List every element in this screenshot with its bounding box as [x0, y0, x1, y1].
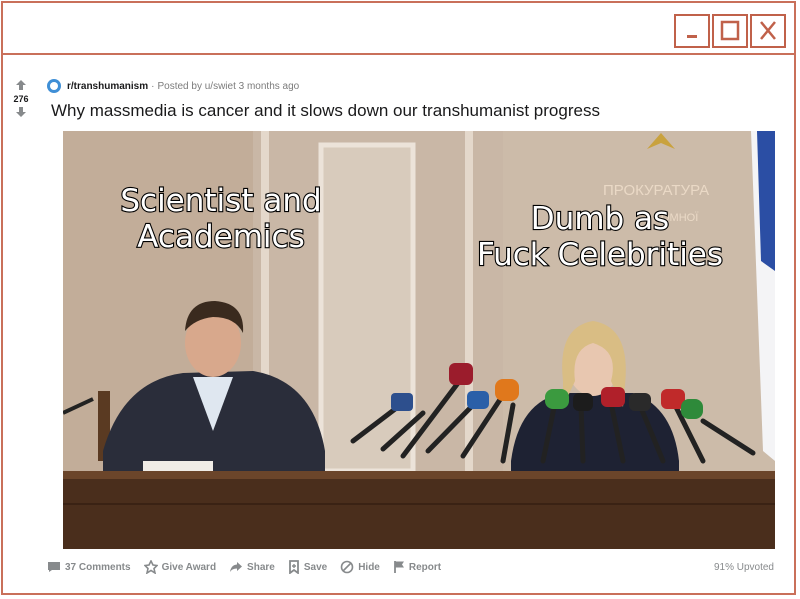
post-title[interactable]: Why massmedia is cancer and it slows dow… [51, 101, 600, 121]
upvote-ratio: 91% Upvoted [713, 561, 774, 573]
comment-icon [48, 562, 60, 572]
flag-icon [393, 561, 404, 573]
browser-window: 276 r/transhumanism · Posted by u/swiet … [1, 1, 796, 595]
bookmark-icon [288, 560, 299, 574]
vote-column: 276 [5, 79, 37, 118]
maximize-icon[interactable] [712, 14, 748, 48]
share-button[interactable]: Share [229, 561, 275, 573]
save-label: Save [303, 561, 328, 573]
wall-sign-text: ПРОКУРАТУРА [603, 182, 709, 199]
posted-by[interactable]: Posted by u/swiet 3 months ago [157, 81, 299, 92]
meme-caption-right: Dumb as [531, 201, 669, 237]
meme-caption-right-2: Fuck Celebrities [477, 237, 723, 273]
post-image[interactable]: ПРОКУРАТУРА ОМНОЇ Scientist and Academic… [62, 131, 775, 549]
save-button[interactable]: Save [288, 560, 327, 574]
minimize-icon[interactable] [674, 14, 710, 48]
post-meta: r/transhumanism · Posted by u/swiet 3 mo… [47, 78, 299, 94]
downvote-icon[interactable] [15, 106, 27, 118]
report-button[interactable]: Report [393, 560, 441, 574]
subreddit-link[interactable]: r/transhumanism [67, 81, 148, 92]
window-titlebar [3, 3, 794, 55]
award-label: Give Award [161, 561, 217, 573]
give-award-button[interactable]: Give Award [143, 560, 217, 574]
window-controls [672, 14, 786, 48]
hide-icon [340, 560, 354, 574]
meme-caption-left: Scientist and [120, 183, 321, 219]
hide-label: Hide [358, 561, 380, 573]
post-action-bar: 37 Comments Give Award Share Save Hide R… [47, 557, 774, 577]
hide-button[interactable]: Hide [340, 560, 380, 574]
share-label: Share [247, 561, 275, 573]
reddit-post: 276 r/transhumanism · Posted by u/swiet … [3, 55, 794, 593]
report-label: Report [408, 561, 442, 573]
vote-score: 276 [13, 94, 29, 104]
upvote-icon[interactable] [15, 79, 27, 91]
comments-button[interactable]: 37 Comments [47, 561, 131, 573]
award-icon [143, 560, 158, 574]
comments-label: 37 Comments [65, 561, 131, 573]
subreddit-icon[interactable] [47, 79, 61, 93]
share-icon [230, 562, 243, 572]
meta-separator: · [151, 80, 155, 92]
close-icon[interactable] [750, 14, 786, 48]
meme-caption-left-2: Academics [137, 219, 304, 255]
